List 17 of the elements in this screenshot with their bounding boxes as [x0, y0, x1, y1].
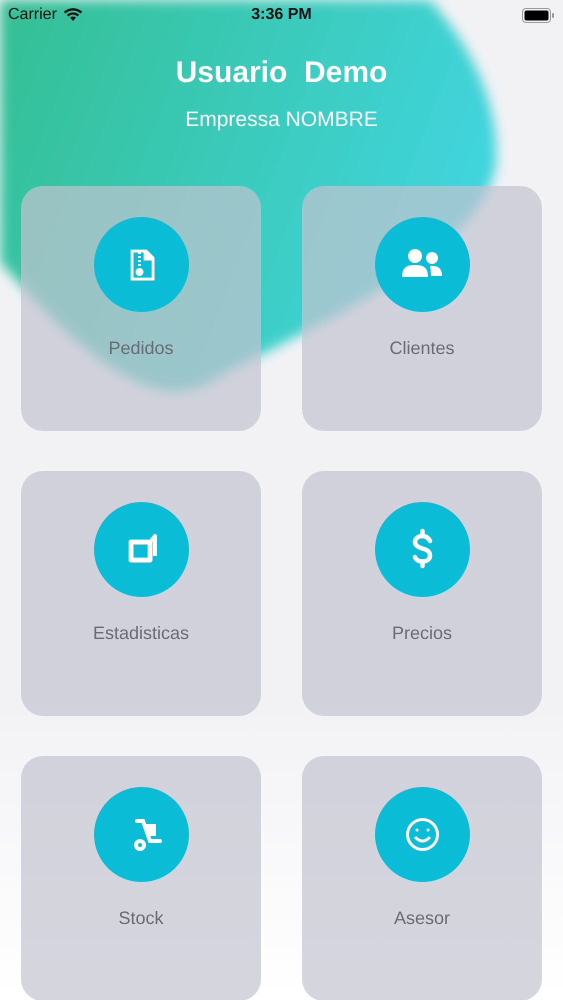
hand-truck-icon: [94, 787, 188, 882]
zip-file-icon: [94, 217, 188, 312]
battery-icon: [522, 8, 555, 22]
menu-tile[interactable]: Clientes: [302, 186, 542, 431]
menu-tile[interactable]: Stock: [21, 756, 261, 1000]
company-name: Empressa NOMBRE: [185, 108, 378, 132]
menu-tile[interactable]: Pedidos: [21, 186, 261, 431]
menu-tile[interactable]: Estadisticas: [21, 471, 261, 716]
status-time: 3:36 PM: [251, 6, 312, 24]
wifi-icon: [62, 8, 83, 22]
user-name: Usuario Demo: [176, 56, 388, 90]
menu-tile[interactable]: Precios: [302, 471, 542, 716]
dollar-icon: [374, 502, 470, 597]
menu-tile[interactable]: Asesor: [302, 756, 542, 1000]
carrier-name: Carrier: [8, 6, 57, 24]
smiley-icon: [374, 787, 470, 882]
users-icon: [374, 217, 470, 312]
